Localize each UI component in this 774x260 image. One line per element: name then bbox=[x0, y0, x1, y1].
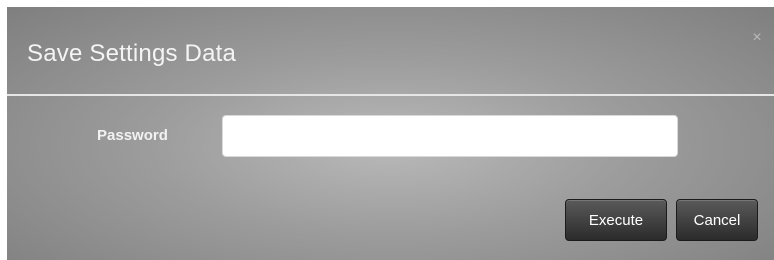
save-settings-dialog: Save Settings Data × Password Execute Ca… bbox=[7, 7, 774, 260]
password-input[interactable] bbox=[222, 115, 678, 157]
header-divider bbox=[7, 94, 774, 96]
dialog-title: Save Settings Data bbox=[27, 40, 237, 67]
execute-button[interactable]: Execute bbox=[565, 199, 667, 241]
dialog-header: Save Settings Data × bbox=[7, 7, 774, 95]
cancel-button[interactable]: Cancel bbox=[676, 199, 758, 241]
close-icon[interactable]: × bbox=[750, 30, 764, 46]
password-label: Password bbox=[97, 127, 168, 144]
